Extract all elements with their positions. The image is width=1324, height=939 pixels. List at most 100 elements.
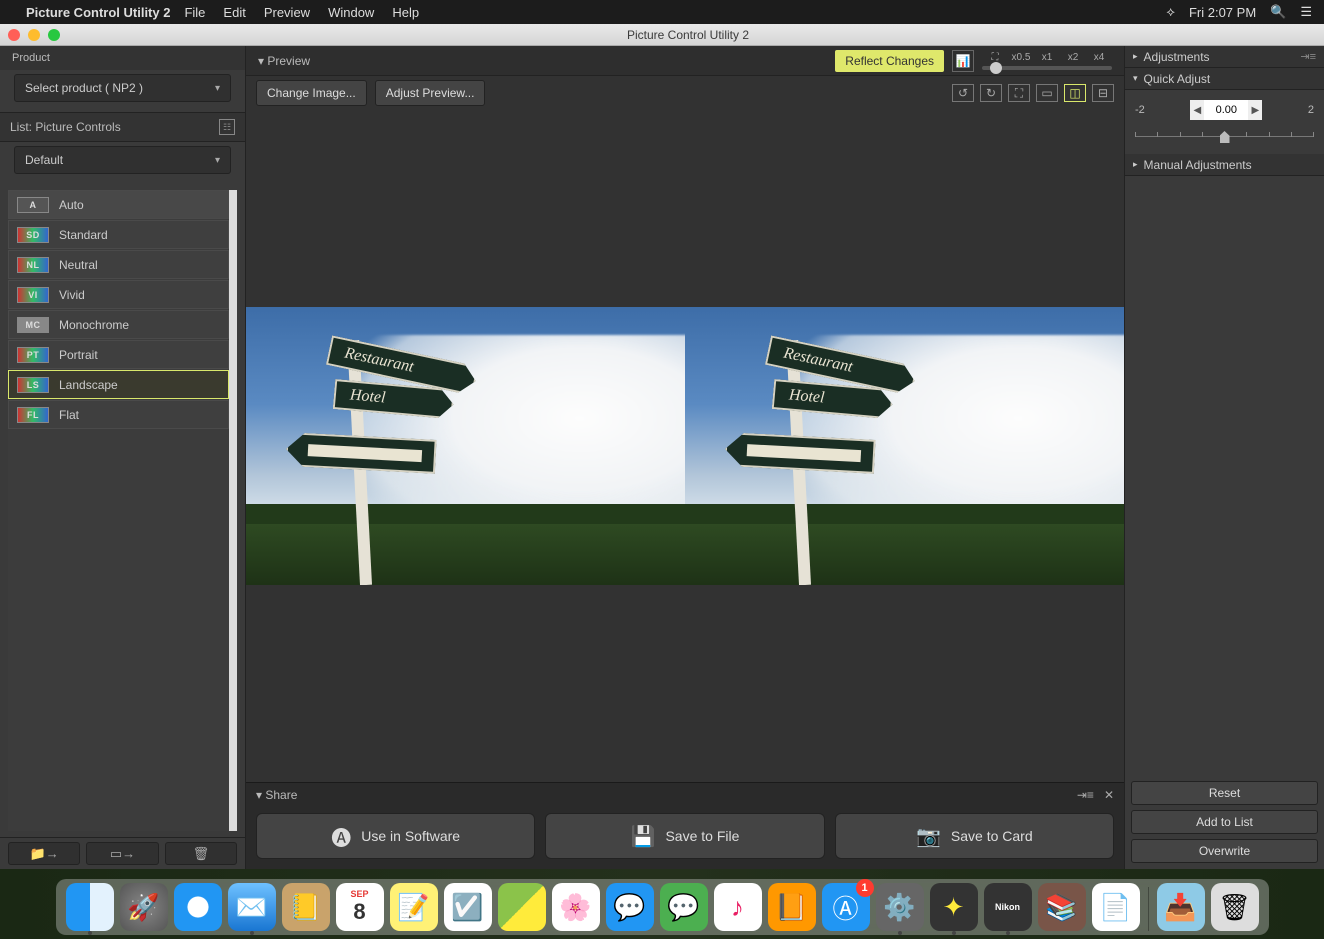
qa-stepper[interactable]: ◀ ▶: [1190, 100, 1262, 120]
manual-adjustments-header[interactable]: ▸Manual Adjustments: [1125, 154, 1324, 176]
import-button[interactable]: 📁→: [8, 842, 80, 865]
dock-safari-icon[interactable]: [174, 883, 222, 931]
zoom-window-button[interactable]: [48, 29, 60, 41]
fullscreen-icon[interactable]: ⛶: [1008, 84, 1030, 102]
list-icon[interactable]: ☰: [1300, 4, 1312, 20]
dock-textedit-icon[interactable]: 📄: [1092, 883, 1140, 931]
menu-preview[interactable]: Preview: [264, 5, 310, 20]
qa-slider[interactable]: [1135, 130, 1314, 144]
menubar-clock[interactable]: Fri 2:07 PM: [1189, 5, 1256, 20]
spotlight-icon[interactable]: 🔍: [1270, 4, 1286, 20]
preview-toolbar: ▾ Preview Reflect Changes 📊 ⛶ x0.5 x1 x2…: [246, 46, 1124, 76]
save-to-file-button[interactable]: 💾Save to File: [545, 813, 824, 859]
qa-decrement-icon[interactable]: ◀: [1190, 100, 1204, 120]
qa-max-label: 2: [1308, 104, 1314, 116]
zoom-level-label: x2: [1061, 52, 1085, 63]
dock-picture-control-icon[interactable]: Nikon: [984, 883, 1032, 931]
dock-trash-icon[interactable]: 🗑: [1211, 883, 1259, 931]
menu-help[interactable]: Help: [392, 5, 419, 20]
compare-view-icon[interactable]: ◫: [1064, 84, 1086, 102]
pin-icon[interactable]: ⇥≡: [1300, 50, 1316, 63]
dock-capture-nx-icon[interactable]: ✦: [930, 883, 978, 931]
reset-button[interactable]: Reset: [1131, 781, 1318, 805]
dock-photos-icon[interactable]: 🌸: [552, 883, 600, 931]
preview-dropdown[interactable]: ▾ Preview: [258, 54, 310, 68]
dock-messages-icon[interactable]: 💬: [606, 883, 654, 931]
overwrite-button[interactable]: Overwrite: [1131, 839, 1318, 863]
rotate-cw-icon[interactable]: ↻: [980, 84, 1002, 102]
right-panel: ▸Adjustments⇥≡ ▾Quick Adjust -2 ◀ ▶ 2: [1124, 46, 1324, 869]
add-to-list-button[interactable]: Add to List: [1131, 810, 1318, 834]
dock-notes-icon[interactable]: 📝: [390, 883, 438, 931]
qa-min-label: -2: [1135, 104, 1145, 116]
pc-swatch-icon: PT: [17, 347, 49, 363]
preview-image-original: Restaurant Hotel: [246, 307, 685, 585]
qa-increment-icon[interactable]: ▶: [1248, 100, 1262, 120]
dock-finder-icon[interactable]: [66, 883, 114, 931]
pc-swatch-icon: A: [17, 197, 49, 213]
share-dropdown[interactable]: ▾ Share: [256, 788, 297, 802]
pc-item-neutral[interactable]: NL Neutral: [8, 250, 229, 279]
pc-item-vivid[interactable]: VI Vivid: [8, 280, 229, 309]
pc-item-standard[interactable]: SD Standard: [8, 220, 229, 249]
pc-item-label: Flat: [59, 408, 79, 422]
dock-maps-icon[interactable]: [498, 883, 546, 931]
pc-item-label: Neutral: [59, 258, 98, 272]
stacked-view-icon[interactable]: ⊟: [1092, 84, 1114, 102]
product-select[interactable]: Select product ( NP2 ): [14, 74, 231, 102]
adjustments-header[interactable]: ▸Adjustments⇥≡: [1125, 46, 1324, 68]
share-btn-label: Save to Card: [951, 828, 1033, 844]
rename-button[interactable]: ▭→: [86, 842, 158, 865]
pc-item-portrait[interactable]: PT Portrait: [8, 340, 229, 369]
menu-file[interactable]: File: [184, 5, 205, 20]
histogram-icon[interactable]: 📊: [952, 50, 974, 72]
delete-button[interactable]: 🗑: [165, 842, 237, 865]
close-window-button[interactable]: [8, 29, 20, 41]
zoom-slider[interactable]: [982, 66, 1112, 70]
pc-item-monochrome[interactable]: MC Monochrome: [8, 310, 229, 339]
dock-contacts-icon[interactable]: 📒: [282, 883, 330, 931]
dock-ibooks-icon[interactable]: 📙: [768, 883, 816, 931]
window-title: Picture Control Utility 2: [60, 28, 1316, 42]
dock-calendar-icon[interactable]: SEP8: [336, 883, 384, 931]
share-close-icon[interactable]: ✕: [1104, 788, 1114, 802]
zoom-level-label: x4: [1087, 52, 1111, 63]
dock-system-preferences-icon[interactable]: ⚙️: [876, 883, 924, 931]
menu-window[interactable]: Window: [328, 5, 374, 20]
center-panel: ▾ Preview Reflect Changes 📊 ⛶ x0.5 x1 x2…: [246, 46, 1124, 869]
dock-appstore-icon[interactable]: Ⓐ1: [822, 883, 870, 931]
status-icon[interactable]: ⟡: [1166, 4, 1175, 20]
dock-itunes-icon[interactable]: ♪: [714, 883, 762, 931]
app-menu[interactable]: Picture Control Utility 2: [26, 5, 170, 20]
reflect-changes-button[interactable]: Reflect Changes: [835, 50, 944, 72]
share-btn-label: Use in Software: [361, 828, 460, 844]
dock-app-icon[interactable]: 📚: [1038, 883, 1086, 931]
listset-select[interactable]: Default: [14, 146, 231, 174]
zoom-control[interactable]: ⛶ x0.5 x1 x2 x4: [982, 52, 1112, 70]
share-pin-icon[interactable]: ⇥≡: [1077, 788, 1094, 802]
dock-mail-icon[interactable]: ✉️: [228, 883, 276, 931]
pc-item-flat[interactable]: FL Flat: [8, 400, 229, 429]
dock-launchpad-icon[interactable]: 🚀: [120, 883, 168, 931]
pc-item-landscape[interactable]: LS Landscape: [8, 370, 229, 399]
camera-icon: 📷: [916, 824, 941, 849]
change-image-button[interactable]: Change Image...: [256, 80, 367, 106]
pc-swatch-icon: FL: [17, 407, 49, 423]
rotate-ccw-icon[interactable]: ↺: [952, 84, 974, 102]
single-view-icon[interactable]: ▭: [1036, 84, 1058, 102]
save-to-card-button[interactable]: 📷 Save to Card: [835, 813, 1114, 859]
dock-facetime-icon[interactable]: 💬: [660, 883, 708, 931]
pc-item-auto[interactable]: A Auto: [8, 190, 229, 219]
quick-adjust-header[interactable]: ▾Quick Adjust: [1125, 68, 1324, 90]
minimize-window-button[interactable]: [28, 29, 40, 41]
dock-downloads-icon[interactable]: 📥: [1157, 883, 1205, 931]
dock-reminders-icon[interactable]: ☑️: [444, 883, 492, 931]
list-view-toggle-icon[interactable]: ☷: [219, 119, 235, 135]
use-in-software-button[interactable]: 🅐Use in Software: [256, 813, 535, 859]
sidebar-toolbar: 📁→ ▭→ 🗑: [0, 837, 245, 869]
adjust-preview-button[interactable]: Adjust Preview...: [375, 80, 486, 106]
qa-value-input[interactable]: [1204, 100, 1248, 120]
picture-control-list[interactable]: A Auto SD Standard NL Neutral VI Vivid M…: [8, 190, 237, 831]
cal-month: SEP: [350, 889, 368, 899]
menu-edit[interactable]: Edit: [223, 5, 245, 20]
